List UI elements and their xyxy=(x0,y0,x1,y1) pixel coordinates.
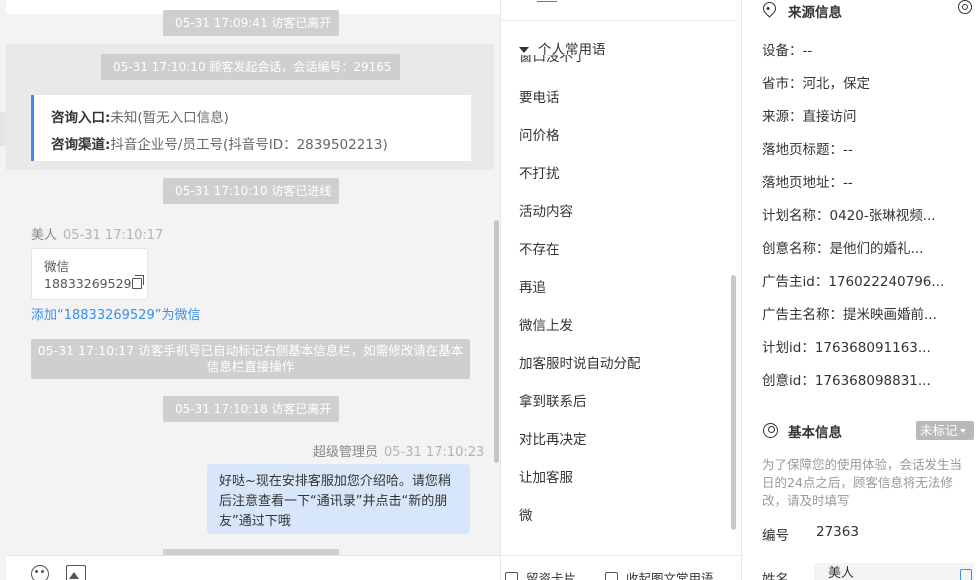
phrase-item[interactable]: 拿到联系后 xyxy=(519,390,587,410)
system-message: 05-31 17:10:10 访客已进线 xyxy=(163,178,339,204)
source-field: 省市：河北，保定 xyxy=(762,76,870,92)
settings-icon[interactable] xyxy=(958,0,972,14)
id-label: 编号 xyxy=(762,528,789,544)
chat-panel: 05-31 17:09:41 访客已离开 05-31 17:10:10 顾客发起… xyxy=(0,0,500,580)
phrase-item[interactable]: 问价格 xyxy=(519,124,560,144)
user-icon xyxy=(763,423,778,438)
basic-info-title: 基本信息 xyxy=(788,425,842,441)
source-field: 计划id：176368091163... xyxy=(762,340,931,356)
source-field: 广告主名称：提米映画婚前... xyxy=(762,307,937,323)
collapse-phrases-button[interactable]: 收起图文常用语 xyxy=(605,568,714,580)
visitor-name: 美人 xyxy=(31,228,58,243)
edit-deadline-note: 为了保障您的使用体验，会话发生当日的24点之后，顾客信息将无法修改，请及时填写 xyxy=(762,457,963,508)
lead-card-label: 留资卡片 xyxy=(526,571,577,580)
wechat-card-number-row: 18833269529 xyxy=(44,275,147,293)
source-info-title: 来源信息 xyxy=(788,5,842,21)
consult-channel-row: 咨询渠道:抖音企业号/员工号(抖音号ID：2839502213) xyxy=(51,132,471,159)
caret-down-icon xyxy=(519,47,529,53)
emoji-icon[interactable] xyxy=(31,565,49,580)
wechat-card-title: 微信 xyxy=(44,259,70,274)
name-field[interactable]: 美人 xyxy=(814,563,974,580)
wechat-number: 18833269529 xyxy=(44,276,132,291)
tag-dropdown-label: 未标记 xyxy=(920,423,958,438)
agent-message-meta: 超级管理员 05-31 17:10:23 xyxy=(313,441,484,460)
id-value: 27363 xyxy=(816,524,859,540)
phrase-item[interactable]: 不打扰 xyxy=(519,162,560,182)
phrase-item[interactable]: 不存在 xyxy=(519,238,560,258)
source-field: 设备：-- xyxy=(762,43,813,59)
edit-icon[interactable] xyxy=(960,569,972,580)
wechat-card: 微信 18833269529 xyxy=(31,248,148,300)
phrase-item[interactable]: 对比再决定 xyxy=(519,428,587,448)
consult-info-card: 咨询入口:未知(暂无入口信息) 咨询渠道:抖音企业号/员工号(抖音号ID：283… xyxy=(31,95,471,161)
source-field: 创意id：176368098831... xyxy=(762,373,931,389)
consult-entry-row: 咨询入口:未知(暂无入口信息) xyxy=(51,105,471,132)
agent-name: 超级管理员 xyxy=(313,445,379,460)
phrase-item[interactable]: 要电话 xyxy=(519,86,560,106)
agent-message-time: 05-31 17:10:23 xyxy=(384,445,485,460)
system-message: 05-31 17:10:10 顾客发起会话，会话编号：29165 xyxy=(101,54,400,80)
tag-dropdown[interactable]: 未标记 xyxy=(916,421,974,440)
agent-message-bubble: 好哒~现在安排客服加您介绍哈。请您稍后注意查看一下“通讯录”并点击“新的朋友”通… xyxy=(207,464,470,534)
source-field: 广告主id：176022240796... xyxy=(762,274,945,290)
system-message: 05-31 17:09:41 访客已离开 xyxy=(163,10,339,36)
card-icon xyxy=(505,572,518,580)
card-icon xyxy=(605,572,618,580)
consult-channel-value: 抖音企业号/员工号(抖音号ID：2839502213) xyxy=(110,137,388,153)
phrases-scrollbar[interactable] xyxy=(731,275,736,530)
source-field: 来源：直接访问 xyxy=(762,109,857,125)
source-field: 创意名称：是他们的婚礼... xyxy=(762,241,924,257)
phrase-item[interactable]: 活动内容 xyxy=(519,200,573,220)
clipped-header-fragment xyxy=(537,0,557,2)
phrase-item-clipped-label: 窗口没不了 xyxy=(519,55,587,64)
phrase-item[interactable]: 微信上发 xyxy=(519,314,573,334)
name-label: 姓名 xyxy=(762,572,789,580)
system-message: 05-31 17:10:17 访客手机号已自动标记右侧基本信息栏，如需修改请在基… xyxy=(31,339,470,379)
phrase-item[interactable]: 再追 xyxy=(519,276,546,296)
phrase-item-clipped[interactable]: 窗口没不了 xyxy=(519,55,619,64)
source-field: 落地页标题：-- xyxy=(762,142,853,158)
source-field: 计划名称：0420-张琳视频... xyxy=(762,208,936,224)
image-icon[interactable] xyxy=(66,565,86,580)
phrase-item[interactable]: 让加客服 xyxy=(519,466,573,486)
visitor-info-panel: 来源信息 设备：-- 省市：河北，保定 来源：直接访问 落地页标题：-- 落地页… xyxy=(742,0,980,580)
chat-scrollbar[interactable] xyxy=(494,220,499,463)
visitor-message-time: 05-31 17:10:17 xyxy=(63,228,164,243)
quick-phrases-panel: 个人常用语 窗口没不了 要电话 问价格 不打扰 活动内容 不存在 再追 微信上发… xyxy=(500,0,742,580)
source-field: 落地页地址：-- xyxy=(762,175,853,191)
collapse-phrases-label: 收起图文常用语 xyxy=(626,571,714,580)
copy-icon[interactable] xyxy=(132,275,145,289)
divider xyxy=(501,20,737,21)
lead-card-button[interactable]: 留资卡片 xyxy=(505,568,576,580)
system-message: 05-31 17:10:18 访客已离开 xyxy=(163,396,339,422)
caret-down-icon xyxy=(959,429,966,433)
visitor-message-meta: 美人 05-31 17:10:17 xyxy=(31,224,163,243)
phrase-item[interactable]: 微 xyxy=(519,504,533,524)
consult-channel-label: 咨询渠道: xyxy=(51,137,111,153)
consult-entry-value: 未知(暂无入口信息) xyxy=(110,110,229,126)
location-pin-icon xyxy=(760,0,779,18)
consult-entry-label: 咨询入口: xyxy=(51,110,111,126)
add-wechat-link[interactable]: 添加“18833269529”为微信 xyxy=(31,304,200,323)
phrase-item[interactable]: 加客服时说自动分配 xyxy=(519,352,641,372)
